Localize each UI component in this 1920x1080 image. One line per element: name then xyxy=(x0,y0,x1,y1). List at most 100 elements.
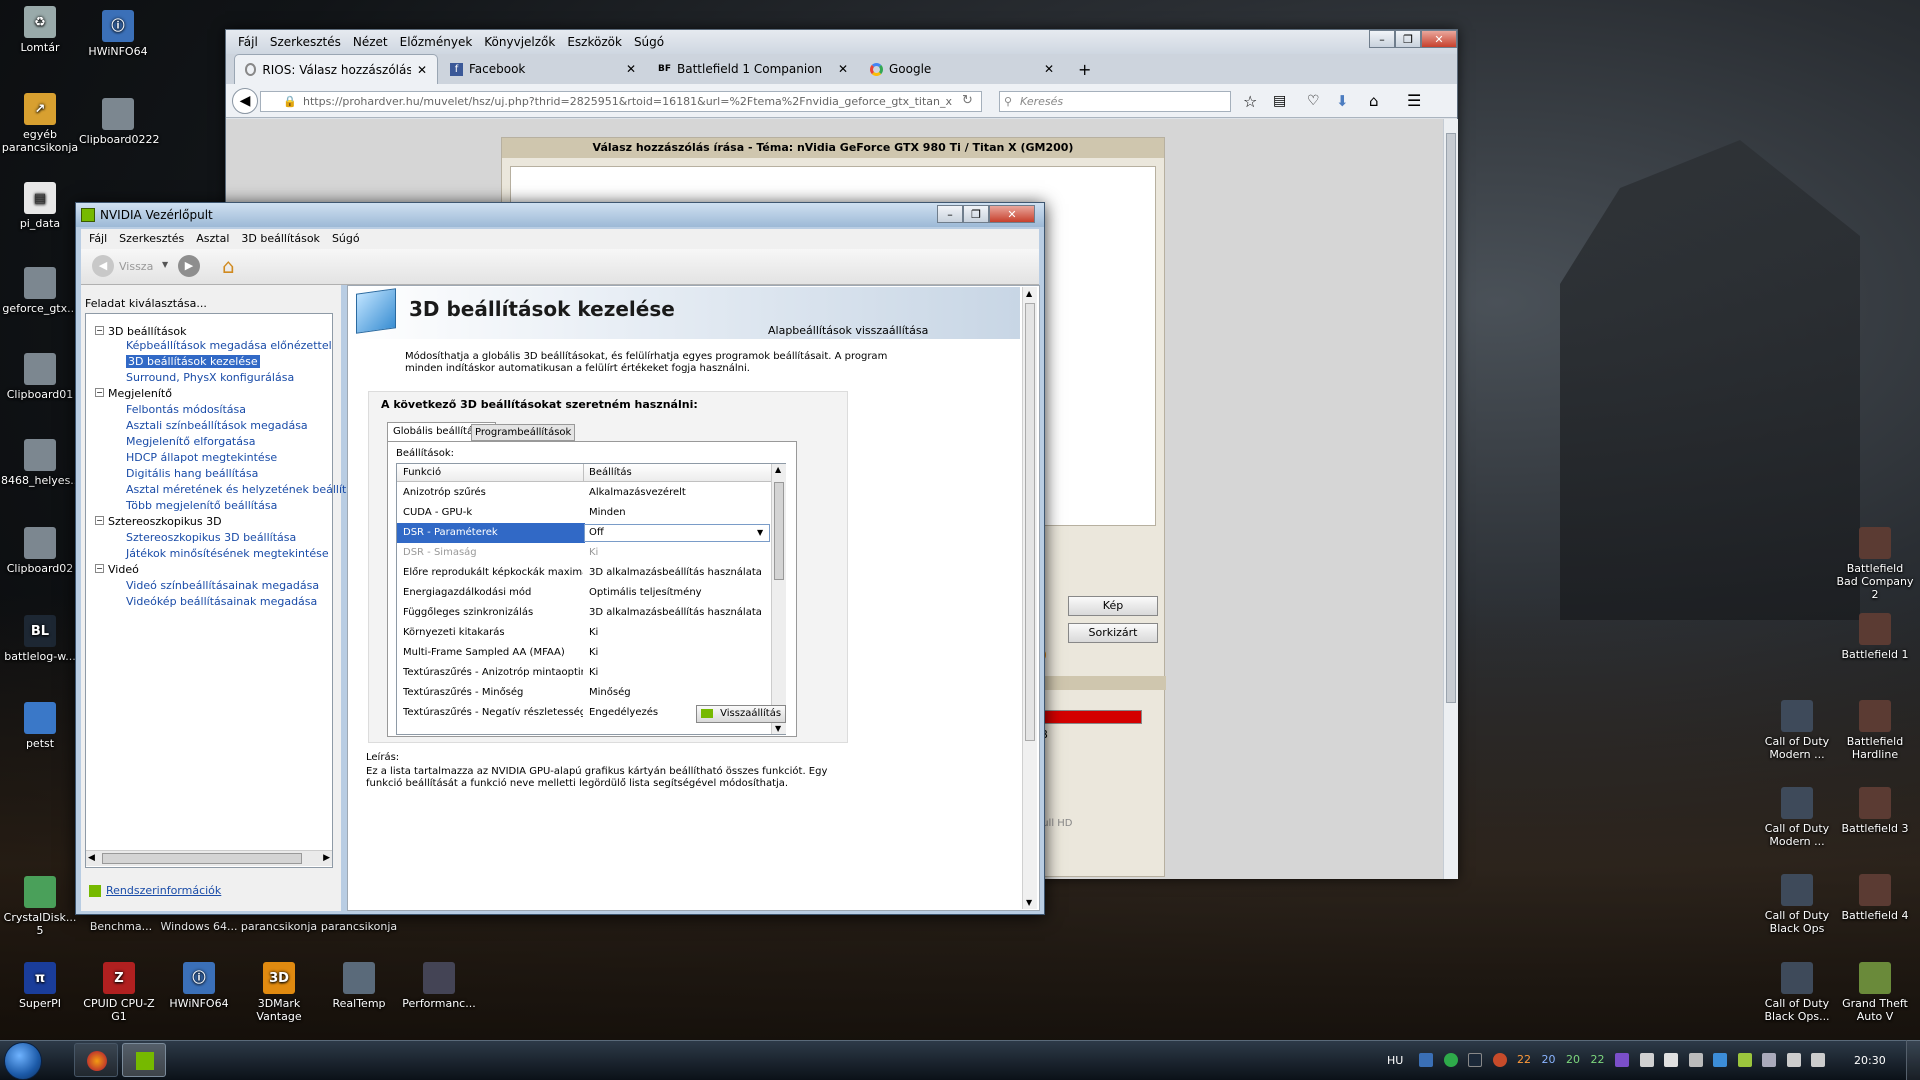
tree-item[interactable]: Megjelenítő elforgatása xyxy=(126,435,255,448)
tree-item[interactable]: Képbeállítások megadása előnézettel xyxy=(126,339,332,352)
desktop-icon[interactable]: Clipboard01 xyxy=(1,353,79,401)
collapse-icon[interactable]: − xyxy=(95,516,104,525)
table-row[interactable]: Multi-Frame Sampled AA (MFAA) Ki xyxy=(397,643,771,663)
tree-item[interactable]: Videókép beállításainak megadása xyxy=(126,595,317,608)
right-pane-vscrollbar[interactable]: ▲ ▼ xyxy=(1022,287,1037,909)
desktop-icon[interactable]: Z CPUID CPU-Z G1 xyxy=(80,962,158,1023)
pocket-icon[interactable]: ♡ xyxy=(1307,93,1320,109)
restore-defaults-link[interactable]: Alapbeállítások visszaállítása xyxy=(768,324,928,337)
desktop-icon[interactable]: Battlefield 4 xyxy=(1836,874,1914,922)
desktop-icon[interactable]: Call of Duty Modern ... xyxy=(1758,700,1836,761)
tray-app-icon[interactable] xyxy=(1762,1053,1776,1067)
tree-item[interactable]: Asztal méretének és helyzetének beállítá… xyxy=(126,483,366,496)
desktop-icon[interactable]: CrystalDisk... 5 xyxy=(1,876,79,937)
tray-app-icon[interactable] xyxy=(1664,1053,1678,1067)
volume-icon[interactable] xyxy=(1811,1053,1825,1067)
tray-app-icon[interactable] xyxy=(1615,1053,1629,1067)
desktop-icon[interactable]: ⓘ HWiNFO64 xyxy=(79,10,157,58)
scroll-thumb[interactable] xyxy=(1446,133,1456,703)
page-scrollbar[interactable] xyxy=(1443,119,1458,879)
desktop-icon[interactable]: geforce_gtx... xyxy=(1,267,79,315)
download-icon[interactable]: ⬇ xyxy=(1336,92,1349,110)
clock[interactable]: 20:30 xyxy=(1854,1054,1886,1067)
url-bar[interactable]: 🔒 https://prohardver.hu/muvelet/hsz/uj.p… xyxy=(260,91,982,112)
tree-item[interactable]: Videó színbeállításainak megadása xyxy=(126,579,319,592)
desktop-icon[interactable]: Call of Duty Black Ops xyxy=(1758,874,1836,935)
start-button[interactable] xyxy=(4,1042,42,1080)
menu-item[interactable]: Eszközök xyxy=(561,32,628,52)
tray-steam-icon[interactable] xyxy=(1468,1053,1482,1067)
tray-app-icon[interactable] xyxy=(1419,1053,1433,1067)
tray-app-icon[interactable] xyxy=(1639,1053,1654,1067)
forward-arrow-icon[interactable]: ▶ xyxy=(178,255,200,277)
column-header[interactable]: Funkció xyxy=(403,467,441,478)
home-icon[interactable]: ⌂ xyxy=(222,254,235,278)
table-row-selected[interactable]: DSR - Paraméterek Off ▼ xyxy=(397,523,771,543)
network-icon[interactable] xyxy=(1786,1053,1801,1067)
close-button[interactable]: ✕ xyxy=(989,205,1035,223)
desktop-icon[interactable]: Call of Duty Black Ops... xyxy=(1758,962,1836,1023)
desktop-icon[interactable]: 8468_helyes... xyxy=(1,439,81,487)
reading-list-icon[interactable]: ▤ xyxy=(1273,93,1286,109)
scroll-down-icon[interactable]: ▼ xyxy=(775,724,781,733)
column-header[interactable]: Beállítás xyxy=(589,467,632,478)
table-row[interactable]: Anizotróp szűrés Alkalmazásvezérelt xyxy=(397,483,771,503)
desktop-icon[interactable]: Performanc... xyxy=(400,962,478,1010)
image-button[interactable]: Kép xyxy=(1068,596,1158,616)
close-tab-icon[interactable]: ✕ xyxy=(626,62,636,76)
chevron-down-icon[interactable]: ▼ xyxy=(757,523,763,543)
back-button[interactable]: ◀ xyxy=(232,88,258,114)
desktop-icon[interactable]: Battlefield 1 xyxy=(1836,613,1914,661)
collapse-icon[interactable]: − xyxy=(95,326,104,335)
scroll-thumb[interactable] xyxy=(102,853,302,864)
table-row[interactable]: Előre reprodukált képkockák maximális sz… xyxy=(397,563,771,583)
tree-item[interactable]: Több megjelenítő beállítása xyxy=(126,499,277,512)
reload-icon[interactable]: ↻ xyxy=(962,93,973,108)
tray-temp-label[interactable]: 20 xyxy=(1566,1053,1580,1067)
taskbar-nvidia[interactable] xyxy=(122,1043,166,1077)
minimize-button[interactable]: – xyxy=(1369,30,1395,48)
menu-item[interactable]: Nézet xyxy=(347,32,394,52)
tray-temp-label[interactable]: 20 xyxy=(1542,1053,1556,1067)
collapse-icon[interactable]: − xyxy=(95,388,104,397)
tree-item[interactable]: Surround, PhysX konfigurálása xyxy=(126,371,294,384)
maximize-button[interactable]: ❐ xyxy=(1395,30,1421,48)
desktop-icon[interactable]: Call of Duty Modern ... xyxy=(1758,787,1836,848)
minimize-button[interactable]: – xyxy=(937,205,963,223)
menu-item[interactable]: Szerkesztés xyxy=(113,229,190,249)
menu-item[interactable]: Súgó xyxy=(326,229,366,249)
tree-item[interactable]: HDCP állapot megtekintése xyxy=(126,451,277,464)
tree-category[interactable]: Videó xyxy=(108,563,139,576)
restore-button[interactable]: Visszaállítás xyxy=(696,705,786,723)
collapse-icon[interactable]: − xyxy=(95,564,104,573)
menu-item[interactable]: Fájl xyxy=(232,32,264,52)
maximize-button[interactable]: ❐ xyxy=(963,205,989,223)
menu-item[interactable]: Szerkesztés xyxy=(264,32,347,52)
search-input[interactable]: ⚲ Keresés xyxy=(999,91,1231,112)
show-desktop-button[interactable] xyxy=(1906,1040,1920,1080)
tree-item[interactable]: Asztali színbeállítások megadása xyxy=(126,419,308,432)
close-tab-icon[interactable]: ✕ xyxy=(417,63,427,77)
desktop-icon[interactable]: Battlefield 3 xyxy=(1836,787,1914,835)
close-button[interactable]: ✕ xyxy=(1421,30,1457,48)
tree-item[interactable]: Digitális hang beállítása xyxy=(126,467,258,480)
table-row[interactable]: Függőleges szinkronizálás 3D alkalmazásbe… xyxy=(397,603,771,623)
tab-active[interactable]: RIOS: Válasz hozzászólás írá... ✕ xyxy=(234,54,438,84)
menu-item[interactable]: Fájl xyxy=(83,229,113,249)
desktop-icon[interactable]: Battlefield Bad Company 2 xyxy=(1836,527,1914,601)
menu-item[interactable]: Asztal xyxy=(190,229,235,249)
table-row[interactable]: Textúraszűrés - Anizotróp mintaoptimaliz… xyxy=(397,663,771,683)
tray-app-icon[interactable] xyxy=(1737,1053,1752,1067)
tray-temp-label[interactable]: 22 xyxy=(1591,1053,1605,1067)
scroll-down-icon[interactable]: ▼ xyxy=(1026,898,1032,907)
taskbar-firefox[interactable] xyxy=(74,1043,118,1077)
language-indicator[interactable]: HU xyxy=(1387,1054,1403,1067)
table-row[interactable]: Textúraszűrés - Minőség Minőség xyxy=(397,683,771,703)
value-dropdown[interactable] xyxy=(584,524,770,542)
tray-app-icon[interactable] xyxy=(1492,1053,1507,1067)
tree-item[interactable]: Felbontás módosítása xyxy=(126,403,246,416)
justify-button[interactable]: Sorkizárt xyxy=(1068,623,1158,643)
tray-app-icon[interactable] xyxy=(1443,1053,1458,1067)
scroll-up-icon[interactable]: ▲ xyxy=(1026,289,1032,298)
menu-item[interactable]: Előzmények xyxy=(394,32,479,52)
